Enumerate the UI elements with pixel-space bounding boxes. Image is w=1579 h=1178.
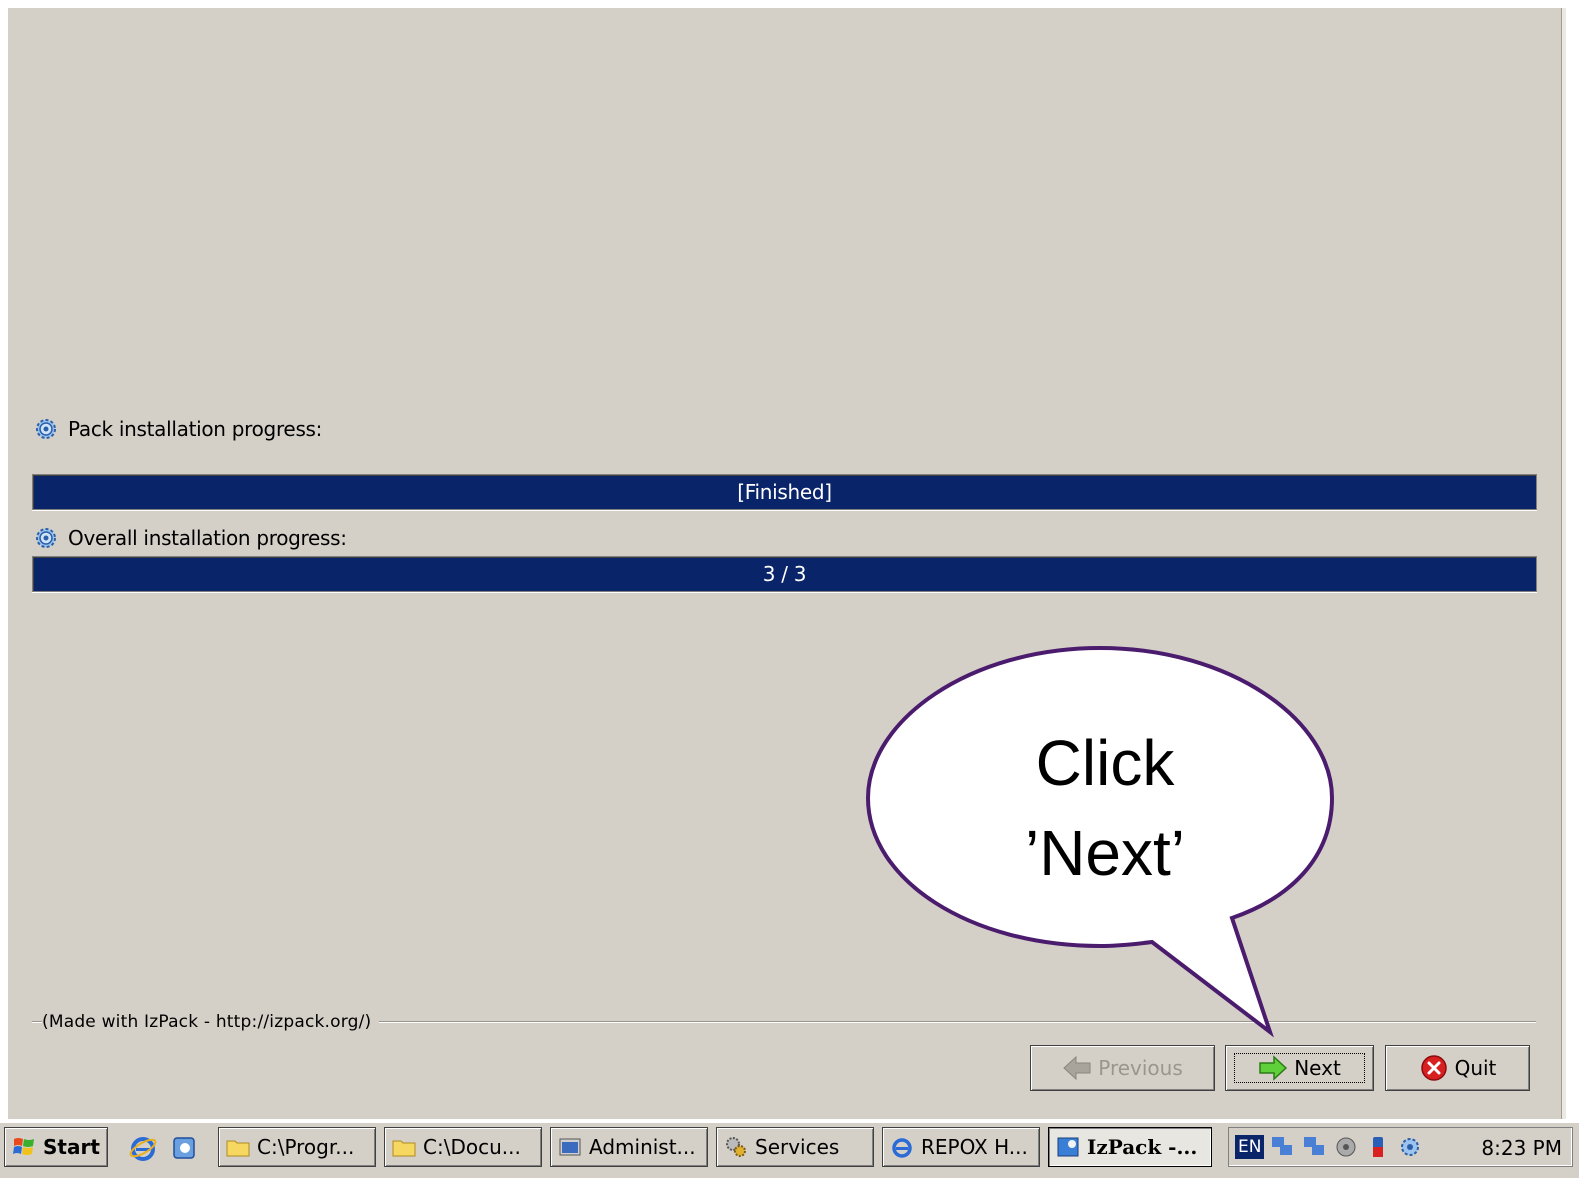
folder-icon bbox=[226, 1140, 250, 1157]
system-tray: EN 8:23 PM bbox=[1228, 1127, 1573, 1167]
network-icon[interactable] bbox=[1300, 1133, 1328, 1161]
pack-progress-text: [Finished] bbox=[737, 480, 832, 504]
taskbar-item-administrator[interactable]: Administ... bbox=[550, 1127, 708, 1167]
console-icon bbox=[559, 1138, 581, 1156]
taskbar: Start C:\Progr... C:\Docu... Administ...… bbox=[0, 1122, 1579, 1178]
taskbar-item-label: Administ... bbox=[589, 1135, 696, 1159]
overall-progress-label: Overall installation progress: bbox=[68, 526, 347, 550]
gear-icon bbox=[36, 528, 56, 548]
taskbar-item-label: REPOX H... bbox=[921, 1135, 1028, 1159]
taskbar-item-label: C:\Progr... bbox=[257, 1135, 355, 1159]
gear-icon bbox=[36, 419, 56, 439]
stop-icon bbox=[1419, 1054, 1449, 1082]
taskbar-item-label: C:\Docu... bbox=[423, 1135, 521, 1159]
pack-progress-bar: [Finished] bbox=[32, 474, 1537, 510]
quit-label: Quit bbox=[1454, 1056, 1497, 1080]
start-label: Start bbox=[43, 1135, 100, 1159]
taskbar-item-label: IzPack -... bbox=[1087, 1135, 1198, 1159]
network-icon[interactable] bbox=[1268, 1133, 1296, 1161]
overall-progress-text: 3 / 3 bbox=[762, 562, 807, 586]
callout-text: Click ’Next’ bbox=[955, 718, 1255, 898]
start-button[interactable]: Start bbox=[4, 1127, 108, 1167]
pack-progress-label: Pack installation progress: bbox=[68, 417, 323, 441]
quit-button[interactable]: Quit bbox=[1385, 1045, 1530, 1091]
internet-explorer-icon bbox=[892, 1138, 912, 1158]
taskbar-item-documents[interactable]: C:\Docu... bbox=[384, 1127, 542, 1167]
taskbar-item-label: Services bbox=[755, 1135, 840, 1159]
installer-icon bbox=[1057, 1137, 1079, 1157]
clock: 8:23 PM bbox=[1481, 1136, 1562, 1160]
callout-line-2: ’Next’ bbox=[1024, 817, 1186, 889]
windows-logo-icon bbox=[13, 1138, 34, 1155]
callout-line-1: Click bbox=[1035, 727, 1175, 799]
taskbar-item-services[interactable]: Services bbox=[716, 1127, 874, 1167]
services-gear-icon bbox=[726, 1137, 746, 1157]
settings-icon[interactable] bbox=[1396, 1133, 1424, 1161]
volume-icon[interactable] bbox=[1332, 1133, 1360, 1161]
language-indicator[interactable]: EN bbox=[1235, 1135, 1265, 1159]
folder-icon bbox=[392, 1140, 416, 1157]
internet-explorer-icon[interactable] bbox=[128, 1133, 158, 1163]
quick-launch-icon[interactable] bbox=[170, 1133, 200, 1163]
taskbar-item-izpack[interactable]: IzPack -... bbox=[1048, 1127, 1212, 1167]
taskbar-item-programs[interactable]: C:\Progr... bbox=[218, 1127, 376, 1167]
battery-icon[interactable] bbox=[1364, 1133, 1392, 1161]
taskbar-item-repox[interactable]: REPOX H... bbox=[882, 1127, 1040, 1167]
overall-progress-bar: 3 / 3 bbox=[32, 556, 1537, 592]
made-with-izpack-link[interactable]: (Made with IzPack - http://izpack.org/) bbox=[42, 1012, 380, 1032]
